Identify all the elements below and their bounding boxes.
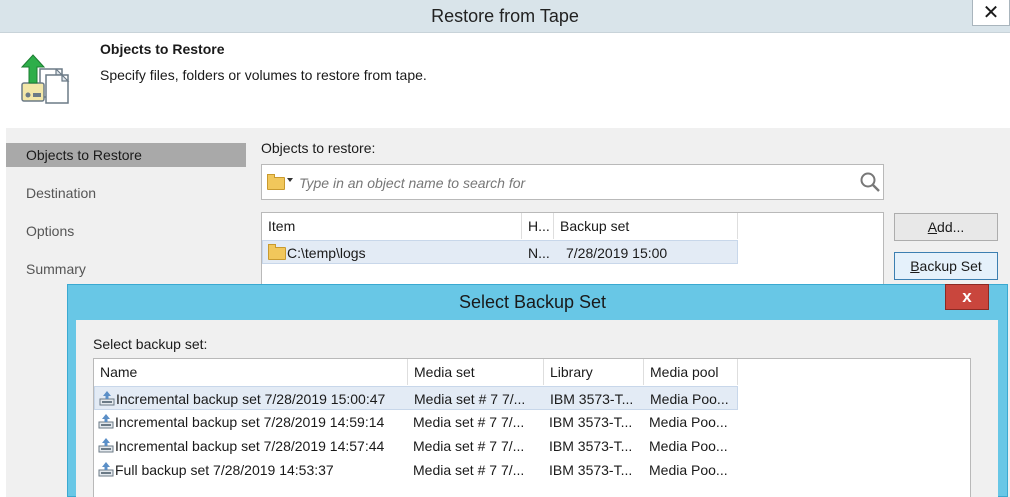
cell-library: IBM 3573-T...	[549, 462, 633, 478]
backup-set-row[interactable]: Full backup set 7/28/2019 14:53:37 Media…	[94, 458, 738, 482]
dialog-title: Select Backup Set	[458, 292, 607, 312]
wizard-header: Objects to Restore Specify files, folder…	[6, 33, 1010, 128]
dropdown-arrow-icon[interactable]	[287, 178, 293, 182]
objects-table: Item H... Backup set C:\temp\logs N... 7…	[261, 212, 884, 292]
add-button-mnemonic: A	[927, 219, 938, 235]
backup-sets-table: Name Media set Library Media pool Increm…	[93, 358, 971, 497]
cell-item: C:\temp\logs	[287, 245, 366, 261]
column-header-media-set[interactable]: Media set	[408, 359, 544, 385]
cell-media-pool: Media Poo...	[649, 414, 728, 430]
nav-item-summary[interactable]: Summary	[6, 257, 246, 281]
select-backup-set-label: Select backup set:	[93, 336, 208, 352]
cell-h: N...	[528, 245, 550, 261]
cell-library: IBM 3573-T...	[549, 438, 633, 454]
column-header-name[interactable]: Name	[94, 359, 408, 385]
close-button[interactable]: ✕	[972, 0, 1010, 26]
cell-media-pool: Media Poo...	[649, 438, 728, 454]
table-row[interactable]: C:\temp\logs N... 7/28/2019 15:00	[262, 240, 738, 264]
window-title: Restore from Tape	[431, 6, 579, 26]
column-header-backup-set[interactable]: Backup set	[554, 213, 738, 239]
cell-name: Full backup set 7/28/2019 14:53:37	[115, 462, 334, 478]
backup-set-button-label: ackup Set	[919, 258, 982, 274]
nav-item-destination[interactable]: Destination	[6, 181, 246, 205]
cell-media-pool: Media Poo...	[649, 462, 728, 478]
add-button[interactable]: Add...	[894, 213, 998, 241]
cell-media-set: Media set # 7 7/...	[413, 438, 525, 454]
backup-set-row[interactable]: Incremental backup set 7/28/2019 15:00:4…	[94, 386, 738, 410]
cell-media-set: Media set # 7 7/...	[413, 414, 525, 430]
object-search-input[interactable]	[297, 171, 851, 195]
dialog-close-button[interactable]: x	[945, 284, 989, 310]
nav-item-options[interactable]: Options	[6, 219, 246, 243]
column-header-library[interactable]: Library	[544, 359, 644, 385]
cell-library: IBM 3573-T...	[549, 414, 633, 430]
cell-media-set: Media set # 7 7/...	[414, 391, 526, 407]
objects-label: Objects to restore:	[261, 140, 376, 156]
backup-set-button[interactable]: Backup Set	[894, 252, 998, 280]
backup-set-row[interactable]: Incremental backup set 7/28/2019 14:57:4…	[94, 434, 738, 458]
header-title: Objects to Restore	[100, 41, 225, 57]
header-subtitle: Specify files, folders or volumes to res…	[100, 67, 427, 83]
column-header-item[interactable]: Item	[262, 213, 522, 239]
column-header-media-pool[interactable]: Media pool	[644, 359, 738, 385]
magnifier-icon[interactable]	[859, 171, 881, 193]
cell-media-pool: Media Poo...	[650, 391, 729, 407]
cell-backup-set: 7/28/2019 15:00	[566, 245, 668, 261]
add-button-label: dd...	[937, 219, 965, 235]
title-bar: Restore from Tape	[0, 0, 1010, 33]
object-search-box	[261, 164, 884, 200]
cell-media-set: Media set # 7 7/...	[413, 462, 525, 478]
cell-name: Incremental backup set 7/28/2019 14:57:4…	[115, 438, 385, 454]
cell-name: Incremental backup set 7/28/2019 14:59:1…	[115, 414, 385, 430]
restore-wizard-icon	[20, 54, 70, 104]
folder-dropdown-icon[interactable]	[267, 174, 285, 190]
cell-library: IBM 3573-T...	[550, 391, 634, 407]
nav-item-objects-to-restore[interactable]: Objects to Restore	[6, 143, 246, 167]
backup-set-row[interactable]: Incremental backup set 7/28/2019 14:59:1…	[94, 410, 738, 434]
cell-name: Incremental backup set 7/28/2019 15:00:4…	[116, 391, 386, 407]
backup-set-button-mnemonic: B	[910, 258, 920, 274]
column-header-h[interactable]: H...	[522, 213, 554, 239]
